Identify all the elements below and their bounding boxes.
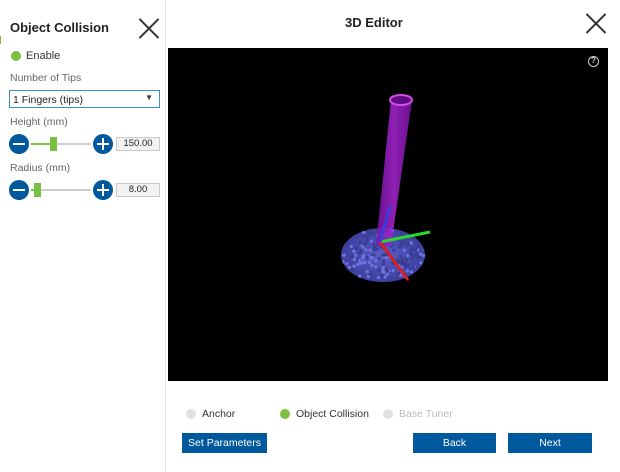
editor-title: 3D Editor [345, 15, 403, 30]
step-anchor-label: Anchor [202, 408, 236, 420]
radius-slider-thumb[interactable] [34, 183, 42, 197]
panel-close-icon[interactable] [138, 17, 160, 39]
editor-close-icon[interactable] [585, 12, 607, 34]
enable-toggle[interactable]: Enable [11, 50, 60, 62]
enable-status-dot [11, 51, 21, 61]
height-decrease-button[interactable] [9, 134, 29, 154]
radius-label: Radius (mm) [10, 162, 71, 174]
3d-scene [341, 94, 431, 282]
radius-slider-row: 8.00 [9, 180, 164, 200]
step-anchor-dot [186, 409, 196, 419]
step-object-collision[interactable]: Object Collision [280, 408, 369, 420]
height-slider-row: 150.00 [9, 134, 164, 154]
radius-increase-button[interactable] [93, 180, 113, 200]
panel-title: Object Collision [10, 20, 109, 35]
height-slider-thumb[interactable] [49, 137, 57, 151]
step-base-tuner[interactable]: Base Tuner [383, 408, 453, 420]
edge-marker [0, 36, 1, 44]
enable-label: Enable [26, 50, 61, 62]
radius-value-field[interactable]: 8.00 [116, 183, 160, 197]
set-parameters-button[interactable]: Set Parameters [182, 433, 267, 453]
height-increase-button[interactable] [93, 134, 113, 154]
object-collision-panel: Object Collision Enable Number of Tips 1… [0, 0, 166, 472]
back-button[interactable]: Back [413, 433, 496, 453]
step-base-tuner-label: Base Tuner [399, 408, 453, 420]
wizard-steps: Anchor Object Collision Base Tuner [0, 408, 620, 422]
next-button[interactable]: Next [508, 433, 592, 453]
height-value-field[interactable]: 150.00 [116, 137, 160, 151]
step-object-collision-label: Object Collision [296, 408, 369, 420]
step-object-collision-dot [280, 409, 290, 419]
height-label: Height (mm) [10, 116, 68, 128]
tips-select[interactable]: 1 Fingers (tips) ▼ [9, 90, 160, 108]
3d-viewport[interactable]: ? [168, 48, 608, 381]
step-base-tuner-dot [383, 409, 393, 419]
radius-decrease-button[interactable] [9, 180, 29, 200]
step-anchor[interactable]: Anchor [186, 408, 235, 420]
tips-label: Number of Tips [10, 72, 82, 84]
tips-selected-value: 1 Fingers (tips) [13, 94, 84, 106]
collision-cylinder [376, 94, 413, 246]
dropdown-arrow-icon: ▼ [145, 93, 153, 102]
